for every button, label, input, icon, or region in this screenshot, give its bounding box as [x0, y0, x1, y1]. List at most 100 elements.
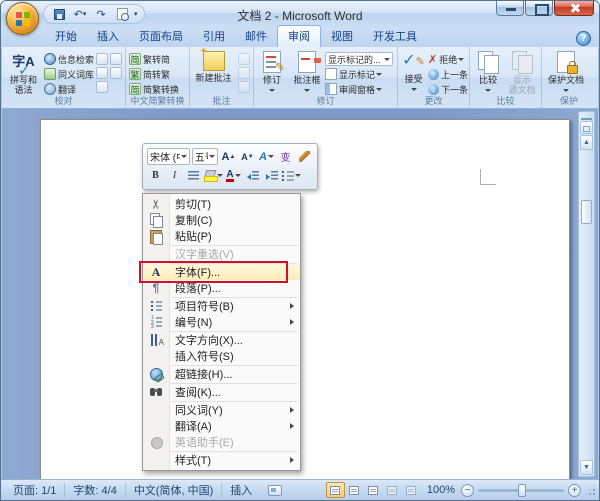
send-icon[interactable] [96, 81, 108, 93]
italic-button[interactable]: I [166, 167, 183, 184]
scroll-up-button[interactable]: ▲ [580, 135, 593, 150]
menu-item-cut[interactable]: ✂剪切(T) [143, 196, 300, 212]
scroll-down-button[interactable]: ▼ [580, 460, 593, 475]
zoom-slider[interactable] [478, 489, 564, 492]
group-label-tracking: 修订 [254, 94, 397, 107]
font-color-button[interactable]: A [225, 167, 242, 184]
menu-item-bullets[interactable]: 项目符号(B) [143, 298, 300, 314]
language-indicator[interactable]: 中文(简体, 中国) [126, 480, 221, 500]
tab-insert[interactable]: 插入 [87, 26, 129, 47]
previous-comment-icon[interactable] [238, 67, 250, 79]
tab-page-layout[interactable]: 页面布局 [129, 26, 193, 47]
menu-item-text-direction[interactable]: 文字方向(X)... [143, 332, 300, 348]
menu-item-paragraph[interactable]: ¶段落(P)... [143, 280, 300, 296]
fullscreen-reading-view-button[interactable] [345, 482, 364, 498]
outline-view-button[interactable] [383, 482, 402, 498]
spelling-grammar-button[interactable]: 字A✓ 拼写和语法 [3, 49, 44, 96]
simplified-to-traditional-button[interactable]: 繁简转繁 [129, 67, 179, 81]
draft-view-button[interactable] [402, 482, 421, 498]
page-indicator[interactable]: 页面: 1/1 [5, 480, 64, 500]
web-layout-view-button[interactable] [364, 482, 383, 498]
menu-item-paste[interactable]: 粘贴(P) [143, 228, 300, 244]
accept-button[interactable]: ✓✎ 接受 [399, 49, 428, 96]
highlight-button[interactable] [204, 167, 223, 184]
tab-references[interactable]: 引用 [193, 26, 235, 47]
increase-indent-button[interactable] [263, 167, 280, 184]
draft-icon [406, 486, 416, 495]
protect-document-button[interactable]: 保护文档 [543, 49, 589, 96]
show-source-documents-button[interactable]: 显示源文档 [505, 49, 539, 96]
s2t-icon: 繁 [129, 68, 141, 80]
shrink-font-button[interactable]: A▼ [239, 148, 256, 165]
zoom-in-button[interactable]: + [568, 484, 581, 497]
group-label-changes: 更改 [398, 94, 469, 107]
translate-small-icon[interactable] [96, 67, 108, 79]
reject-button[interactable]: ✗拒绝 [428, 52, 468, 66]
menu-item-numbering[interactable]: 编号(N) [143, 314, 300, 330]
menu-item-font[interactable]: A字体(F)... [143, 264, 300, 280]
menu-item-synonyms[interactable]: 同义词(Y) [143, 402, 300, 418]
decrease-indent-button[interactable] [244, 167, 261, 184]
menu-item-copy[interactable]: 复制(C) [143, 212, 300, 228]
font-name-dropdown[interactable]: 宋体 (中文 [147, 148, 190, 165]
print-layout-view-button[interactable] [326, 482, 345, 498]
compare-button[interactable]: 比较 [471, 49, 505, 96]
scrollbar-thumb[interactable] [581, 200, 592, 224]
zoom-out-button[interactable]: − [461, 484, 474, 497]
translation-screentip-icon[interactable] [96, 53, 108, 65]
tab-home[interactable]: 开始 [45, 26, 87, 47]
word-count-icon[interactable] [110, 67, 122, 79]
menu-item-styles[interactable]: 样式(T) [143, 452, 300, 468]
next-comment-icon[interactable] [238, 81, 250, 93]
help-icon[interactable]: ? [576, 31, 591, 46]
traditional-to-simplified-button[interactable]: 简繁转简 [129, 52, 179, 66]
split-handle[interactable] [581, 113, 592, 120]
font-size-dropdown[interactable]: 五号 [192, 148, 218, 165]
tab-review[interactable]: 审阅 [277, 25, 321, 47]
vertical-scrollbar[interactable]: ▲ ▼ [578, 111, 595, 477]
tab-view[interactable]: 视图 [321, 26, 363, 47]
ruler-toggle-button[interactable] [580, 121, 593, 134]
menu-item-translate[interactable]: 翻译(A) [143, 418, 300, 434]
insert-mode-indicator[interactable]: 插入 [222, 480, 260, 500]
balloons-button[interactable]: 批注框 [289, 49, 325, 96]
styles-button[interactable]: A [258, 148, 275, 165]
tab-developer[interactable]: 开发工具 [363, 26, 427, 47]
delete-comment-icon[interactable] [238, 53, 250, 65]
previous-change-button[interactable]: ↑上一条 [428, 67, 468, 81]
resize-grip[interactable] [585, 485, 595, 495]
display-for-review-dropdown[interactable]: 显示标记的... [325, 52, 393, 66]
office-button[interactable] [6, 2, 39, 35]
lookup-icon [148, 385, 164, 399]
research-button[interactable]: 信息检索 [44, 52, 94, 66]
center-align-button[interactable] [185, 167, 202, 184]
bullets-button[interactable] [282, 167, 301, 184]
set-language-icon[interactable] [110, 53, 122, 65]
tab-mailings[interactable]: 邮件 [235, 26, 277, 47]
macro-record-button[interactable] [260, 480, 290, 500]
maximize-button[interactable] [525, 1, 553, 16]
word-count-indicator[interactable]: 字数: 4/4 [65, 480, 124, 500]
new-comment-button[interactable]: 新建批注 [191, 49, 236, 96]
minimize-button[interactable] [496, 1, 524, 16]
menu-item-hyperlink[interactable]: 超链接(H)... [143, 366, 300, 382]
zoom-slider-thumb[interactable] [518, 484, 526, 497]
track-changes-button[interactable]: ✎ 修订 [255, 49, 289, 96]
copy-icon [148, 213, 164, 227]
format-painter-button[interactable] [296, 148, 313, 165]
menu-item-lookup[interactable]: 查阅(K)... [143, 384, 300, 400]
zoom-level[interactable]: 100% [425, 484, 457, 496]
text-boundary-corner-mark [480, 169, 496, 185]
close-button[interactable] [554, 1, 594, 16]
thesaurus-button[interactable]: 同义词库 [44, 67, 94, 81]
ribbon-tab-row: 开始 插入 页面布局 引用 邮件 审阅 视图 开发工具 [1, 28, 599, 47]
increase-indent-icon [266, 171, 278, 181]
bold-button[interactable]: B [147, 167, 164, 184]
show-markup-button[interactable]: 显示标记 [325, 67, 393, 81]
menu-item-label: 字体(F)... [175, 264, 220, 280]
menu-item-insert-symbol[interactable]: 插入符号(S) [143, 348, 300, 364]
grow-font-button[interactable]: A▲ [220, 148, 237, 165]
track-changes-icon: ✎ [263, 51, 281, 73]
phonetic-guide-button[interactable]: 变 [277, 148, 294, 165]
paste-icon [148, 229, 164, 243]
